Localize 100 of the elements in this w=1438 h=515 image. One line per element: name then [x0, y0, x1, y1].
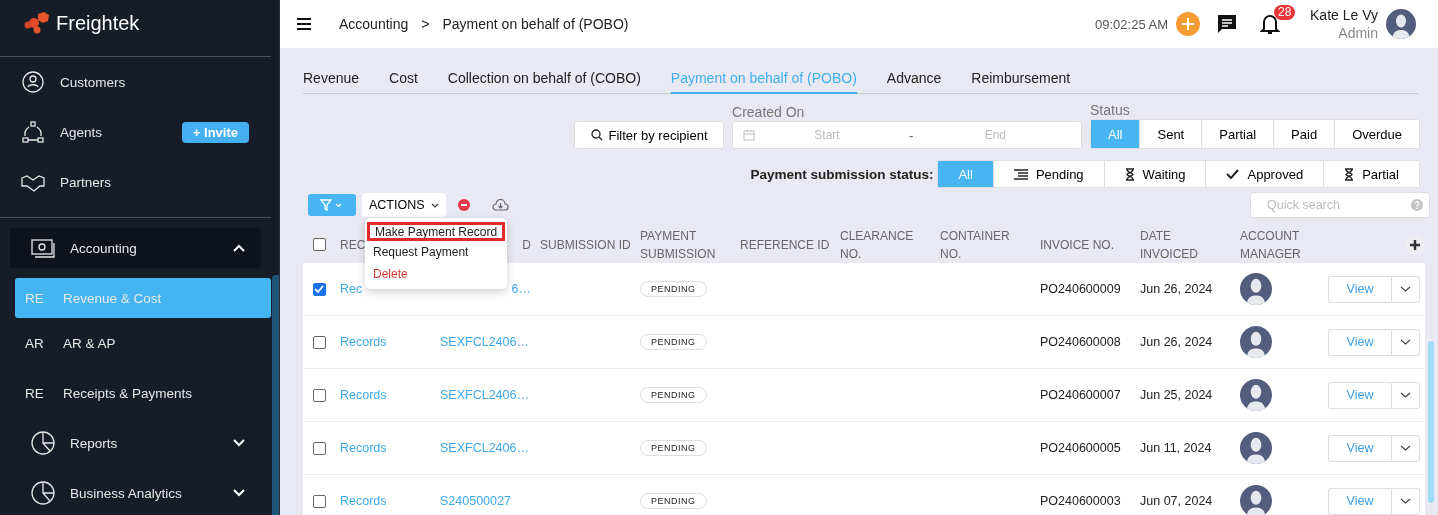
nav-item[interactable]: Partners [0, 157, 279, 207]
chat-icon[interactable] [1216, 13, 1238, 35]
nav-group[interactable]: Business Analytics [10, 468, 261, 515]
table-cell: PO240600009 [1040, 282, 1121, 296]
column-header: ACCOUNT MANAGER [1240, 227, 1302, 263]
bell-icon[interactable] [1260, 13, 1280, 35]
item-abbreviation: RE [25, 385, 45, 401]
date-separator: - [908, 127, 915, 143]
person-circle-icon [20, 69, 46, 95]
people-network-icon [20, 119, 46, 145]
tab[interactable]: Advance [871, 62, 957, 94]
menu-item[interactable]: Delete [365, 263, 508, 285]
menu-item[interactable]: Request Payment [365, 241, 508, 263]
tab[interactable]: Cost [374, 62, 433, 94]
remove-icon[interactable] [457, 199, 470, 211]
item-label: AR & AP [63, 335, 116, 351]
caret-icon [1400, 498, 1411, 504]
select-all-checkbox[interactable] [312, 238, 326, 251]
avatar-icon [1240, 326, 1272, 358]
submission-status-label: Payment submission status: [750, 166, 934, 182]
field-label: Created On [732, 104, 806, 120]
table-cell: Jun 25, 2024 [1140, 388, 1213, 402]
caret-icon [1400, 392, 1411, 398]
nav-subitem[interactable]: RE Receipts & Payments [15, 368, 271, 418]
pie-chart-icon [30, 430, 56, 456]
table-cell: PO240600003 [1040, 494, 1121, 508]
logo-icon [24, 12, 50, 34]
tab[interactable]: Revenue [303, 62, 375, 94]
caret-icon [1400, 339, 1411, 345]
scrollbar[interactable] [272, 275, 279, 515]
caret-icon [430, 202, 439, 208]
menu-item[interactable]: Make Payment Record [367, 222, 506, 241]
avatar-icon [1240, 379, 1272, 411]
search-icon [590, 129, 603, 141]
field-label: Status [1090, 102, 1131, 118]
cloud-download-icon[interactable] [491, 199, 509, 211]
clock-time: 09:02:25 AM [1095, 16, 1168, 32]
calendar-icon [743, 129, 756, 141]
nav-group[interactable]: Reports [10, 418, 261, 468]
hourglass-icon [1344, 167, 1355, 181]
column-header: D [522, 236, 531, 254]
menu-icon[interactable] [297, 18, 311, 30]
nav-item[interactable]: Agents + Invite [0, 107, 279, 157]
pie-chart-icon [30, 480, 56, 506]
column-header: DATE INVOICED [1140, 227, 1199, 263]
caret-icon [1400, 445, 1411, 451]
breadcrumb-item[interactable]: Accounting [339, 16, 409, 32]
avatar-icon [1240, 432, 1272, 464]
avatar-icon [1240, 273, 1272, 305]
row-checkbox[interactable] [312, 388, 326, 402]
column-header: PAYMENT SUBMISSION [640, 227, 717, 263]
actions-button[interactable]: ACTIONS [362, 193, 446, 217]
list-icon [1013, 168, 1028, 180]
chevron-down-icon [233, 439, 245, 447]
filter-icon [320, 199, 344, 211]
table-cell: PO240600007 [1040, 388, 1121, 402]
tab[interactable]: Reimbursement [956, 62, 1086, 94]
row-checkbox[interactable] [312, 282, 326, 296]
table-cell: Jun 26, 2024 [1140, 335, 1213, 349]
quick-search-field[interactable]: Quick search [1250, 192, 1430, 218]
column-header: INVOICE NO. [1040, 236, 1114, 254]
nav-item[interactable]: Customers [0, 57, 279, 107]
filter-by-recipient-button[interactable]: Filter by recipient [574, 121, 725, 149]
column-header: REC [340, 236, 366, 254]
table-cell: Jun 26, 2024 [1140, 282, 1213, 296]
scrollbar[interactable] [1428, 341, 1434, 503]
chevron-up-icon [233, 244, 245, 252]
nav-subitem[interactable]: AR AR & AP [15, 318, 271, 368]
item-label: Revenue & Cost [63, 290, 162, 306]
submission-filter-option[interactable]: Partial [1323, 161, 1419, 187]
breadcrumb-item: Payment on behalf of (POBO) [442, 16, 629, 32]
end-date-input[interactable]: End [923, 127, 1068, 143]
tab[interactable]: Collection on behalf of (COBO) [432, 62, 656, 94]
user-name: Kate Le Vy [1310, 6, 1378, 24]
row-checkbox[interactable] [312, 494, 326, 508]
check-icon [1226, 169, 1240, 179]
breadcrumb-separator: > [421, 16, 430, 32]
caret-icon [1400, 286, 1411, 292]
column-header: REFERENCE ID [740, 236, 830, 254]
table-cell: Jun 07, 2024 [1140, 494, 1213, 508]
table-cell: PO240600005 [1040, 441, 1121, 455]
avatar-icon[interactable] [1386, 9, 1416, 39]
row-checkbox[interactable] [312, 441, 326, 455]
row-checkbox[interactable] [312, 335, 326, 349]
column-header: CLEARANCE NO. [840, 227, 915, 263]
status-filter-option[interactable]: Overdue [1334, 120, 1419, 148]
item-abbreviation: AR [25, 335, 45, 351]
user-role: Admin [1338, 24, 1378, 42]
hourglass-icon [1124, 167, 1135, 181]
chevron-down-icon [233, 489, 245, 497]
item-abbreviation: RE [25, 290, 45, 306]
table-cell: PO240600008 [1040, 335, 1121, 349]
item-label: Receipts & Payments [63, 385, 193, 401]
brand-name: Freightek [56, 11, 140, 35]
start-date-input[interactable]: Start [755, 127, 900, 143]
date-range-field[interactable]: Start - End [732, 121, 1083, 149]
table-cell: Jun 11, 2024 [1140, 441, 1212, 455]
column-header: SUBMISSION ID [540, 236, 631, 254]
nav-group[interactable]: Accounting [10, 228, 261, 268]
column-header: CONTAINER NO. [940, 227, 1011, 263]
